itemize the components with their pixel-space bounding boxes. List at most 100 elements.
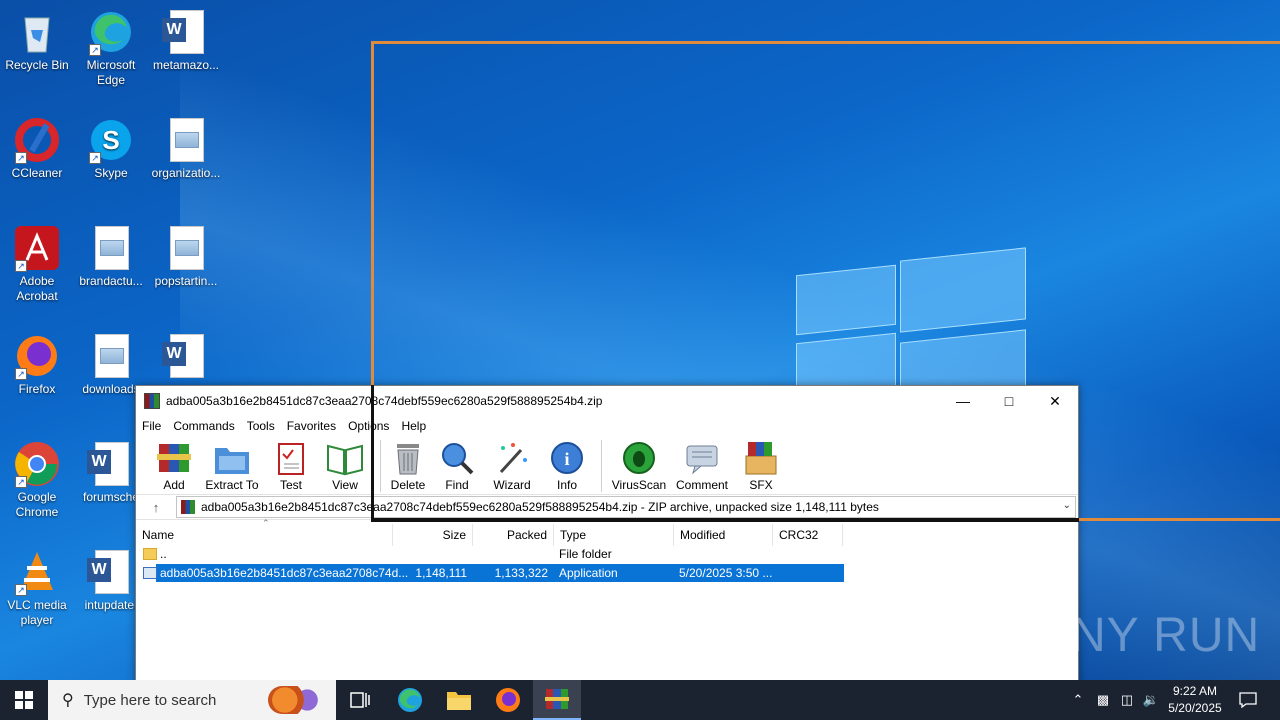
delete-button[interactable]: Delete [387,440,429,492]
sfx-button[interactable]: SFX [734,440,788,492]
desktop-icon-edge[interactable]: ↗ Microsoft Edge [73,8,149,88]
edge-icon: ↗ [87,8,135,56]
search-icon: ⚲ [62,692,74,709]
menu-bar: File Commands Tools Favorites Options He… [136,416,1078,436]
zip-archive-icon [181,500,195,514]
desktop-icon-popstartin[interactable]: popstartin... [148,224,224,289]
chevron-up-icon[interactable]: ⌃ [1068,680,1088,720]
menu-file[interactable]: File [142,419,167,433]
toolbar: Add Extract To Test View Delete Find Wiz… [136,436,1078,494]
view-button[interactable]: View [316,440,374,492]
word-doc-icon: W [87,440,135,488]
add-icon [155,440,193,476]
word-doc-icon: W [87,548,135,596]
edge-taskbar-icon[interactable] [386,680,434,720]
extract-to-button[interactable]: Extract To [198,440,266,492]
file-list[interactable]: ⌃ Name Size Packed Type Modified CRC32 .… [136,518,1078,680]
image-file-icon [162,116,210,164]
search-placeholder: Type here to search [83,691,217,709]
sfx-box-icon [742,440,780,476]
test-button[interactable]: Test [266,440,316,492]
word-doc-icon: W [162,8,210,56]
column-header-name[interactable]: Name [136,524,393,546]
info-button[interactable]: i Info [539,440,595,492]
desktop-icon-brandactu[interactable]: brandactu... [73,224,149,289]
address-text: adba005a3b16e2b8451dc87c3eaa2708c74debf5… [201,500,879,514]
desktop-icon-organizatio[interactable]: organizatio... [148,116,224,181]
volume-icon[interactable]: 🔉 [1140,680,1162,720]
word-doc-icon: W [162,332,210,380]
menu-commands[interactable]: Commands [173,419,240,433]
highlight-frame-bottom [1078,518,1280,521]
menu-tools[interactable]: Tools [247,419,281,433]
image-file-icon [87,332,135,380]
taskbar-search-box[interactable]: ⚲ Type here to search [48,680,336,720]
svg-text:S: S [102,125,119,155]
menu-favorites[interactable]: Favorites [287,419,342,433]
firefox-taskbar-icon[interactable] [484,680,532,720]
desktop-icon-recycle-bin[interactable]: Recycle Bin [0,8,75,73]
close-button[interactable]: ✕ [1032,386,1078,416]
virusscan-button[interactable]: VirusScan [608,440,670,492]
wizard-wand-icon [493,440,531,476]
column-header-type[interactable]: Type [554,524,674,546]
windows-logo-wallpaper [796,242,1028,409]
info-icon: i [548,440,586,476]
address-bar: ↑ adba005a3b16e2b8451dc87c3eaa2708c74deb… [136,494,1078,520]
winrar-taskbar-icon[interactable] [533,680,581,720]
image-file-icon [162,224,210,272]
network-icon[interactable]: ◫ [1116,680,1138,720]
vlc-icon: ↗ [13,548,61,596]
column-header-size[interactable]: Size [393,524,473,546]
column-header-modified[interactable]: Modified [674,524,773,546]
winrar-window[interactable]: adba005a3b16e2b8451dc87c3eaa2708c74debf5… [135,385,1079,685]
acrobat-icon: ↗ [13,224,61,272]
column-header-crc32[interactable]: CRC32 [773,524,843,546]
file-explorer-icon[interactable] [435,680,483,720]
desktop-icon-skype[interactable]: S ↗ Skype [73,116,149,181]
up-arrow-icon[interactable]: ↑ [136,500,176,515]
chrome-icon: ↗ [13,440,61,488]
skype-icon: S ↗ [87,116,135,164]
application-icon [143,567,157,579]
desktop-icon-word-doc[interactable]: W [148,332,224,382]
firefox-icon: ↗ [13,332,61,380]
windows-start-icon [15,691,33,709]
desktop-icon-ccleaner[interactable]: ↗ CCleaner [0,116,75,181]
add-button[interactable]: Add [150,440,198,492]
toolbar-separator [601,440,602,492]
comment-button[interactable]: Comment [670,440,734,492]
desktop-icon-acrobat[interactable]: ↗ Adobe Acrobat [0,224,75,304]
desktop-icon-chrome[interactable]: ↗ Google Chrome [0,440,75,520]
meet-now-icon[interactable]: ▩ [1093,680,1113,720]
delete-trash-icon [389,440,427,476]
notification-icon[interactable] [1232,680,1264,720]
comment-icon [683,440,721,476]
column-header-packed[interactable]: Packed [473,524,554,546]
title-bar[interactable]: adba005a3b16e2b8451dc87c3eaa2708c74debf5… [136,386,1078,416]
desktop-icon-metamazo[interactable]: W metamazo... [148,8,224,73]
task-view-icon[interactable] [336,680,384,720]
image-file-icon [87,224,135,272]
menu-help[interactable]: Help [401,419,432,433]
wizard-button[interactable]: Wizard [485,440,539,492]
maximize-button[interactable]: □ [986,386,1032,416]
winrar-icon [144,393,160,409]
window-title: adba005a3b16e2b8451dc87c3eaa2708c74debf5… [166,394,603,408]
find-magnifier-icon [438,440,476,476]
address-field[interactable]: adba005a3b16e2b8451dc87c3eaa2708c74debf5… [176,496,1076,518]
chevron-down-icon[interactable]: ⌄ [1063,500,1071,511]
anyrun-watermark: ANY RUN [1038,609,1261,662]
taskbar: ⚲ Type here to search ⌃ ▩ ◫ 🔉 9:22 AM 5/… [0,680,1280,720]
desktop-icon-vlc[interactable]: ↗ VLC media player [0,548,75,628]
highlight-frame-inner-bottom [371,518,1079,522]
virusscan-bug-icon [620,440,658,476]
minimize-button[interactable]: — [940,386,986,416]
folder-icon [143,548,157,560]
taskbar-clock[interactable]: 9:22 AM 5/20/2025 [1160,683,1230,717]
clock-date: 5/20/2025 [1168,701,1222,715]
find-button[interactable]: Find [429,440,485,492]
clock-time: 9:22 AM [1172,684,1218,698]
start-button[interactable] [0,680,48,720]
desktop-icon-firefox[interactable]: ↗ Firefox [0,332,75,397]
